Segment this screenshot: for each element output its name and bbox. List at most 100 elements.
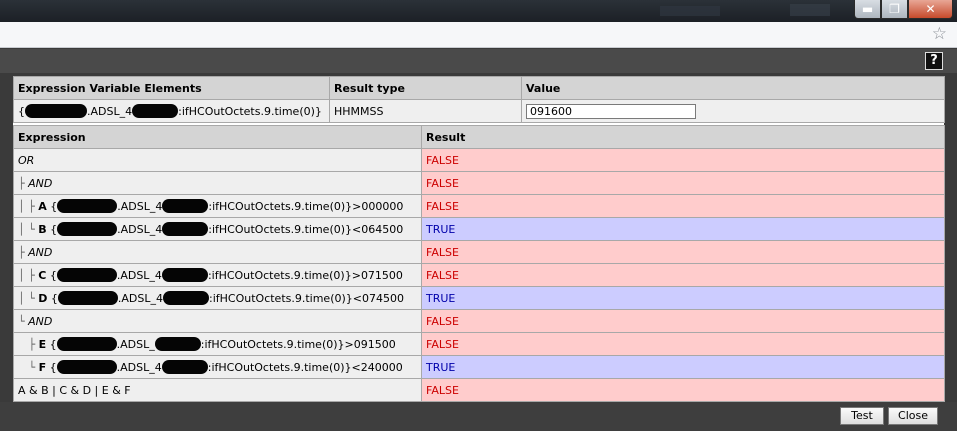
result-cell: FALSE xyxy=(421,171,945,195)
value-input[interactable] xyxy=(526,103,696,119)
tree-connector: │ ├ xyxy=(18,269,39,282)
column-header: Result xyxy=(421,125,945,149)
test-button[interactable]: Test xyxy=(840,407,884,425)
expression-text: :ifHCOutOctets.9.time(0)}<240000 xyxy=(207,361,403,374)
restore-icon: ❐ xyxy=(889,2,900,16)
expression-text: :ifHCOutOctets.9.time(0)}<074500 xyxy=(209,292,404,305)
expression-text: { xyxy=(50,292,58,305)
expression-cell: OR xyxy=(13,148,422,172)
redacted-mask xyxy=(57,222,118,236)
redacted-mask xyxy=(163,291,209,305)
expression-label: A xyxy=(38,200,47,213)
column-header: Expression xyxy=(13,125,422,149)
expression-cell: │ ├ A { .ADSL_4 :ifHCOutOctets.9.time(0)}>… xyxy=(13,194,422,218)
result-cell: TRUE xyxy=(421,286,945,310)
result-cell: FALSE xyxy=(421,309,945,333)
redacted-mask xyxy=(56,268,117,282)
redacted-mask xyxy=(57,291,118,305)
close-window-button[interactable]: ✕ xyxy=(908,0,953,19)
table-row: ├ AND FALSE xyxy=(13,171,945,195)
expression-label: AND xyxy=(28,176,53,190)
titlebar-background-blur xyxy=(790,4,830,16)
redacted-mask xyxy=(161,268,208,282)
close-icon: ✕ xyxy=(925,2,936,16)
table-header-row: Expression Result xyxy=(13,125,945,149)
expression-text: .ADSL_4 xyxy=(116,361,162,374)
close-button[interactable]: Close xyxy=(888,407,938,425)
dialog-header: ? xyxy=(0,49,957,73)
expression-text: .ADSL_ xyxy=(116,338,155,351)
star-icon[interactable]: ☆ xyxy=(932,25,947,43)
result-cell: FALSE xyxy=(421,148,945,172)
result-cell: FALSE xyxy=(421,378,945,402)
expression-cell: │ ├ C {.ADSL_4:ifHCOutOctets.9.time(0)}>… xyxy=(13,263,422,287)
redacted-mask xyxy=(132,104,179,118)
restore-button[interactable]: ❐ xyxy=(881,0,908,19)
expression-text: .ADSL_4 xyxy=(117,223,163,236)
expression-label: AND xyxy=(28,245,53,259)
expression-text: { xyxy=(49,361,57,374)
expression-text: { xyxy=(49,338,57,351)
expression-variables-table: Expression Variable Elements Result type… xyxy=(13,76,945,123)
tree-connector: │ └ xyxy=(18,223,39,236)
expression-text: { xyxy=(49,269,57,282)
expression-text: { xyxy=(50,200,58,213)
table-row: └ AND FALSE xyxy=(13,309,945,333)
expression-label: B xyxy=(38,223,47,236)
expression-text: .ADSL_4 xyxy=(117,292,163,305)
table-row: │ └ B { .ADSL_4 :ifHCOutOctets.9.time(0)}<… xyxy=(13,217,945,241)
tree-connector: ├ xyxy=(18,176,29,190)
browser-address-bar: ☆ xyxy=(0,22,957,48)
expression-cell: ├ AND xyxy=(13,240,422,264)
redacted-mask xyxy=(25,104,87,118)
redacted-mask xyxy=(162,222,209,236)
table-row: │ └ D {.ADSL_4:ifHCOutOctets.9.time(0)}<… xyxy=(13,286,945,310)
expression-rows: OR FALSE ├ AND FALSE │ ├ A {.ADSL_4:ifHCOutO… xyxy=(13,148,945,402)
table-row: │ ├ A { .ADSL_4 :ifHCOutOctets.9.time(0)}>… xyxy=(13,194,945,218)
tree-connector: ├ xyxy=(18,245,29,259)
tree-connector: └ xyxy=(18,361,39,374)
expression-cell: │ └ B { .ADSL_4 :ifHCOutOctets.9.time(0)}<… xyxy=(13,217,422,241)
expression-cell: └ F { .ADSL_4 :ifHCOutOctets.9.time(0)}<24… xyxy=(13,355,422,379)
expression-cell: └ AND xyxy=(13,309,422,333)
redacted-mask xyxy=(56,360,117,374)
result-cell: TRUE xyxy=(421,217,945,241)
expression-label: AND xyxy=(28,314,53,328)
result-cell: FALSE xyxy=(421,240,945,264)
column-header: Value xyxy=(521,76,945,100)
table-row: A & B | C & D | E & F FALSE xyxy=(13,378,945,402)
expression-label: A & B | C & D | E & F xyxy=(18,383,131,397)
table-row: ├ AND FALSE xyxy=(13,240,945,264)
help-icon[interactable]: ? xyxy=(925,52,943,70)
window-controls: ▬ ❐ ✕ xyxy=(854,0,953,19)
tree-connector: └ xyxy=(18,314,29,328)
expression-text: :ifHCOutOctets.9.time(0)}>000000 xyxy=(208,200,404,213)
tree-connector: │ ├ xyxy=(18,200,39,213)
redacted-mask xyxy=(154,337,201,351)
expression-label: F xyxy=(38,361,47,374)
table-row: └ F { .ADSL_4 :ifHCOutOctets.9.time(0)}<24… xyxy=(13,355,945,379)
expression-text: :ifHCOutOctets.9.time(0)}>091500 xyxy=(200,338,396,351)
expression-text: .ADSL_4 xyxy=(117,200,163,213)
redacted-mask xyxy=(56,337,117,351)
result-cell: FALSE xyxy=(421,194,945,218)
result-cell: TRUE xyxy=(421,355,945,379)
table-row: OR FALSE xyxy=(13,148,945,172)
expression-text: { xyxy=(50,223,58,236)
result-cell: FALSE xyxy=(421,263,945,287)
dialog-content: Expression Variable Elements Result type… xyxy=(13,76,945,402)
minimize-button[interactable]: ▬ xyxy=(854,0,881,19)
column-header: Expression Variable Elements xyxy=(13,76,330,100)
value-cell xyxy=(521,99,945,123)
result-cell: FALSE xyxy=(421,332,945,356)
table-header-row: Expression Variable Elements Result type… xyxy=(13,76,945,100)
expression-text: .ADSL_4 xyxy=(116,269,162,282)
table-row: │ ├ C {.ADSL_4:ifHCOutOctets.9.time(0)}>… xyxy=(13,263,945,287)
redacted-mask xyxy=(161,360,208,374)
tree-connector: ├ xyxy=(18,338,39,351)
window-titlebar: ▬ ❐ ✕ xyxy=(0,0,957,22)
expression-cell: A & B | C & D | E & F xyxy=(13,378,422,402)
expression-text: :ifHCOutOctets.9.time(0)}<064500 xyxy=(208,223,404,236)
expression-text: :ifHCOutOctets.9.time(0)}>071500 xyxy=(207,269,403,282)
redacted-mask xyxy=(57,199,118,213)
